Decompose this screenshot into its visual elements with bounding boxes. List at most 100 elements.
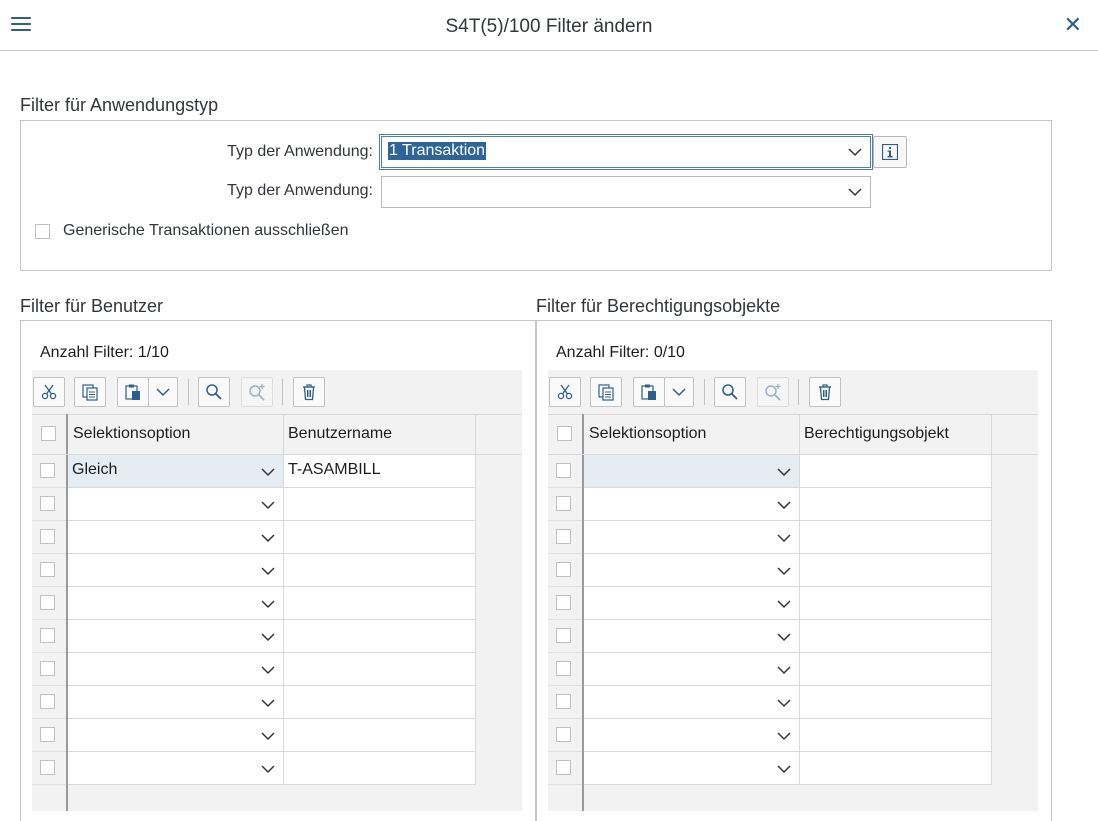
exclude-generic-checkbox[interactable] (35, 224, 50, 239)
value-input[interactable] (800, 752, 992, 785)
chevron-down-icon (261, 696, 275, 710)
row-select-checkbox[interactable] (556, 760, 571, 775)
delete-button[interactable] (809, 377, 841, 407)
user-filter-title: Filter für Benutzer (20, 296, 164, 316)
close-icon[interactable]: ✕ (1064, 14, 1082, 36)
chevron-down-icon (777, 498, 791, 512)
column-header-selection-option: Selektionsoption (68, 414, 284, 454)
row-select-checkbox[interactable] (556, 595, 571, 610)
toolbar-separator (798, 379, 799, 405)
value-input[interactable] (800, 653, 992, 686)
chevron-down-icon (261, 597, 275, 611)
delete-button[interactable] (293, 377, 325, 407)
find-next-button[interactable] (241, 377, 273, 407)
row-select-checkbox[interactable] (40, 595, 55, 610)
row-divider (548, 751, 582, 752)
copy-button[interactable] (74, 377, 106, 407)
selection-option-dropdown[interactable] (584, 488, 800, 521)
select-all-checkbox[interactable] (41, 426, 56, 441)
row-select-checkbox[interactable] (40, 661, 55, 676)
row-select-checkbox[interactable] (556, 628, 571, 643)
selection-option-dropdown[interactable]: Gleich (68, 455, 284, 488)
selection-option-dropdown[interactable] (68, 488, 284, 521)
row-select-checkbox[interactable] (556, 694, 571, 709)
selection-option-dropdown[interactable] (584, 587, 800, 620)
row-select-checkbox[interactable] (40, 727, 55, 742)
value-input[interactable] (284, 719, 476, 752)
paste-button[interactable] (633, 377, 665, 407)
app-type-dropdown-2[interactable] (381, 176, 871, 208)
toolbar-separator (188, 379, 189, 405)
selection-option-dropdown[interactable] (584, 521, 800, 554)
selection-option-dropdown[interactable] (584, 620, 800, 653)
selection-option-dropdown[interactable] (68, 554, 284, 587)
find-next-button[interactable] (757, 377, 789, 407)
row-select-checkbox[interactable] (556, 727, 571, 742)
row-select-checkbox[interactable] (556, 463, 571, 478)
value-input[interactable] (800, 620, 992, 653)
value-input[interactable] (284, 752, 476, 785)
row-select-checkbox[interactable] (40, 628, 55, 643)
find-button[interactable] (198, 377, 230, 407)
selection-option-dropdown[interactable] (584, 455, 800, 488)
paste-button[interactable] (117, 377, 149, 407)
selection-option-dropdown[interactable] (68, 620, 284, 653)
user-filter-table: Selektionsoption Benutzername Gleich T-ASAM… (32, 414, 522, 811)
value-input[interactable] (284, 686, 476, 719)
copy-button[interactable] (590, 377, 622, 407)
row-select-checkbox[interactable] (556, 562, 571, 577)
value-input[interactable] (284, 521, 476, 554)
app-type-dropdown-1[interactable]: 1 Transaktion (379, 134, 873, 170)
value-input[interactable] (284, 653, 476, 686)
value-input[interactable] (800, 455, 992, 488)
cut-button[interactable] (33, 377, 65, 407)
row-select-checkbox[interactable] (556, 529, 571, 544)
row-divider (32, 619, 66, 620)
cut-button[interactable] (549, 377, 581, 407)
selection-option-dropdown[interactable] (584, 653, 800, 686)
selection-option-dropdown[interactable] (584, 719, 800, 752)
paste-options-button[interactable] (148, 377, 178, 407)
row-select-checkbox[interactable] (556, 496, 571, 511)
find-button[interactable] (714, 377, 746, 407)
value-input[interactable] (800, 488, 992, 521)
selection-option-dropdown[interactable] (68, 653, 284, 686)
value-input[interactable] (800, 587, 992, 620)
chevron-down-icon (261, 531, 275, 545)
row-select-checkbox[interactable] (40, 496, 55, 511)
value-input[interactable] (284, 488, 476, 521)
selection-option-dropdown[interactable] (584, 686, 800, 719)
value-input[interactable]: T-ASAMBILL (284, 455, 476, 488)
info-button[interactable] (873, 136, 907, 168)
row-divider (32, 553, 66, 554)
value-input[interactable] (800, 554, 992, 587)
row-select-checkbox[interactable] (40, 529, 55, 544)
chevron-down-icon (261, 729, 275, 743)
chevron-down-icon (777, 762, 791, 776)
row-select-checkbox[interactable] (556, 661, 571, 676)
selection-option-dropdown[interactable] (68, 521, 284, 554)
column-header-selection-option: Selektionsoption (584, 414, 800, 454)
value-input[interactable] (284, 587, 476, 620)
select-all-checkbox[interactable] (557, 426, 572, 441)
selection-option-dropdown[interactable] (584, 554, 800, 587)
app-type-section-title: Filter für Anwendungstyp (20, 95, 219, 115)
row-select-checkbox[interactable] (40, 760, 55, 775)
row-select-checkbox[interactable] (40, 694, 55, 709)
paste-options-button[interactable] (664, 377, 694, 407)
value-input[interactable] (284, 554, 476, 587)
row-select-checkbox[interactable] (40, 463, 55, 478)
selection-option-dropdown[interactable] (68, 719, 284, 752)
delete-icon (294, 378, 324, 406)
value-input[interactable] (800, 521, 992, 554)
value-input[interactable] (800, 719, 992, 752)
value-input[interactable] (284, 620, 476, 653)
selection-option-dropdown[interactable] (68, 752, 284, 785)
chevron-down-icon (777, 564, 791, 578)
value-text: T-ASAMBILL (288, 461, 381, 478)
selection-option-dropdown[interactable] (68, 587, 284, 620)
selection-option-dropdown[interactable] (68, 686, 284, 719)
value-input[interactable] (800, 686, 992, 719)
row-select-checkbox[interactable] (40, 562, 55, 577)
selection-option-dropdown[interactable] (584, 752, 800, 785)
